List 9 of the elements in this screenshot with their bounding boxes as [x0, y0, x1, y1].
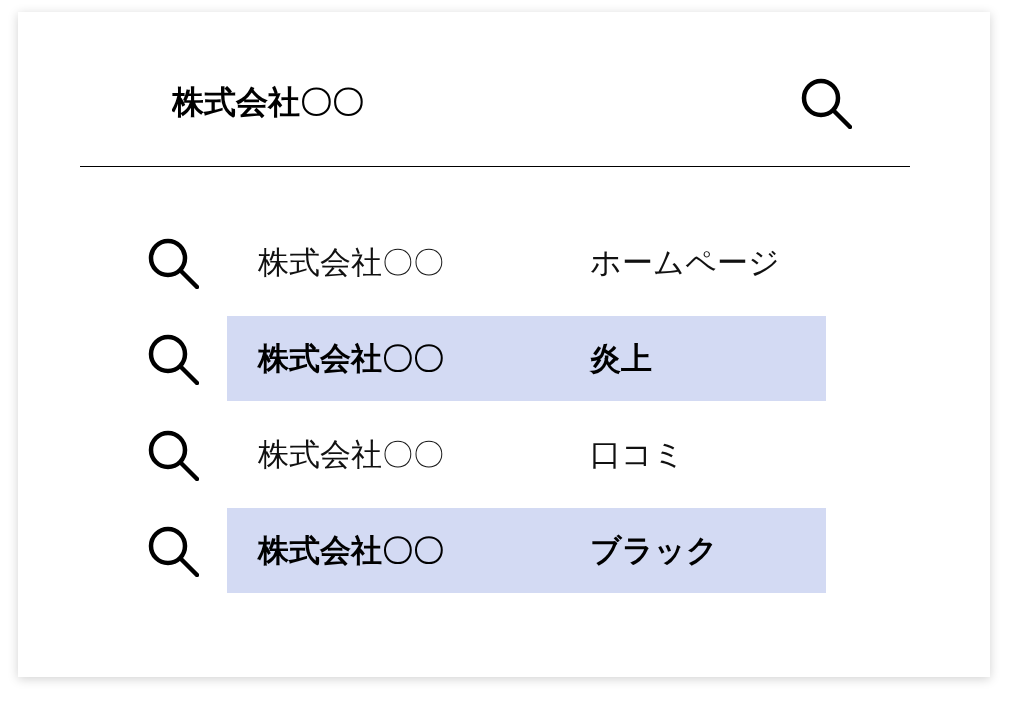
- search-icon: [147, 428, 199, 481]
- search-icon: [147, 524, 199, 577]
- search-icon: [147, 236, 199, 289]
- search-icon[interactable]: [800, 77, 852, 129]
- suggestion-item[interactable]: 株式会社〇〇 ホームページ: [227, 220, 826, 305]
- suggestion-item[interactable]: 株式会社〇〇 炎上: [227, 316, 826, 401]
- suggestion-item[interactable]: 株式会社〇〇 口コミ: [227, 412, 826, 497]
- suggestion-item[interactable]: 株式会社〇〇 ブラック: [227, 508, 826, 593]
- search-icon: [147, 332, 199, 385]
